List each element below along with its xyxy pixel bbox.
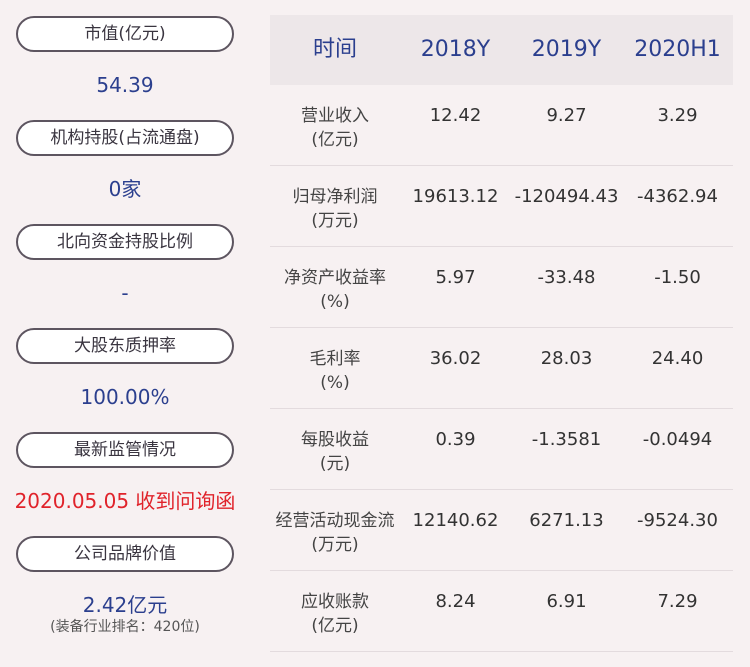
row-unit: (万元) bbox=[311, 211, 359, 231]
brand-value-rank: (装备行业排名：420位) bbox=[50, 619, 200, 635]
row-value-2019y: 6.91 bbox=[546, 591, 587, 612]
row-value-2019y: -1.3581 bbox=[531, 429, 602, 450]
row-value-2020h1: 3.29 bbox=[657, 105, 698, 126]
market-cap-value: 54.39 bbox=[96, 73, 154, 97]
header-period: 时间 bbox=[312, 37, 357, 62]
pledge-ratio-label: 大股东质押率 bbox=[16, 328, 234, 364]
table-row: 毛利率 (%) 36.02 28.03 24.40 bbox=[270, 328, 733, 409]
brand-value-value: 2.42亿元 bbox=[82, 593, 168, 617]
row-unit: (%) bbox=[320, 373, 350, 393]
header-2019y: 2019Y bbox=[531, 37, 602, 62]
row-metric: 营业收入 bbox=[301, 106, 369, 126]
brand-value-label: 公司品牌价值 bbox=[16, 536, 234, 572]
header-2020h1: 2020H1 bbox=[634, 37, 721, 62]
financial-table: 时间 2018Y 2019Y 2020H1 营业收入 (亿元) 12.42 9.2… bbox=[270, 15, 733, 652]
row-value-2018y: 0.39 bbox=[435, 429, 476, 450]
table-row: 营业收入 (亿元) 12.42 9.27 3.29 bbox=[270, 85, 733, 166]
row-unit: (%) bbox=[320, 292, 350, 312]
row-value-2020h1: -0.0494 bbox=[642, 429, 713, 450]
row-value-2018y: 8.24 bbox=[435, 591, 476, 612]
key-metrics-panel: 市值(亿元) 54.39 机构持股(占流通盘) 0家 北向资金持股比例 - 大股… bbox=[0, 0, 250, 667]
row-metric: 每股收益 bbox=[301, 430, 369, 450]
table-row: 归母净利润 (万元) 19613.12 -120494.43 -4362.94 bbox=[270, 166, 733, 247]
northbound-holding-label: 北向资金持股比例 bbox=[16, 224, 234, 260]
table-row: 应收账款 (亿元) 8.24 6.91 7.29 bbox=[270, 571, 733, 652]
table-row: 每股收益 (元) 0.39 -1.3581 -0.0494 bbox=[270, 409, 733, 490]
row-unit: (亿元) bbox=[311, 616, 359, 636]
row-value-2020h1: 24.40 bbox=[651, 348, 704, 369]
header-2018y: 2018Y bbox=[420, 37, 491, 62]
row-value-2019y: -33.48 bbox=[537, 267, 596, 288]
northbound-holding-value: - bbox=[121, 281, 129, 305]
regulatory-status-label: 最新监管情况 bbox=[16, 432, 234, 468]
row-metric: 毛利率 bbox=[309, 349, 361, 369]
table-row: 净资产收益率 (%) 5.97 -33.48 -1.50 bbox=[270, 247, 733, 328]
market-cap-label: 市值(亿元) bbox=[16, 16, 234, 52]
institutional-holdings-label: 机构持股(占流通盘) bbox=[16, 120, 234, 156]
row-value-2019y: 28.03 bbox=[540, 348, 593, 369]
table-row: 经营活动现金流 (万元) 12140.62 6271.13 -9524.30 bbox=[270, 490, 733, 571]
row-value-2020h1: -9524.30 bbox=[637, 510, 718, 531]
row-value-2018y: 36.02 bbox=[429, 348, 482, 369]
regulatory-status-value: 2020.05.05 收到问询函 bbox=[14, 489, 236, 513]
row-unit: (元) bbox=[319, 454, 351, 474]
row-value-2018y: 5.97 bbox=[435, 267, 476, 288]
row-metric: 经营活动现金流 bbox=[275, 511, 395, 531]
row-unit: (万元) bbox=[311, 535, 359, 555]
row-value-2018y: 19613.12 bbox=[412, 186, 499, 207]
row-value-2018y: 12.42 bbox=[429, 105, 482, 126]
institutional-holdings-value: 0家 bbox=[108, 177, 142, 201]
row-value-2020h1: -4362.94 bbox=[637, 186, 718, 207]
pledge-ratio-value: 100.00% bbox=[80, 385, 170, 409]
table-header: 时间 2018Y 2019Y 2020H1 bbox=[270, 15, 733, 85]
row-metric: 归母净利润 bbox=[292, 187, 378, 207]
row-unit: (亿元) bbox=[311, 130, 359, 150]
row-value-2020h1: 7.29 bbox=[657, 591, 698, 612]
row-value-2018y: 12140.62 bbox=[412, 510, 499, 531]
row-metric: 应收账款 bbox=[301, 592, 369, 612]
row-value-2019y: 9.27 bbox=[546, 105, 587, 126]
row-value-2020h1: -1.50 bbox=[654, 267, 701, 288]
row-value-2019y: 6271.13 bbox=[529, 510, 604, 531]
row-value-2019y: -120494.43 bbox=[514, 186, 619, 207]
row-metric: 净资产收益率 bbox=[284, 268, 386, 288]
